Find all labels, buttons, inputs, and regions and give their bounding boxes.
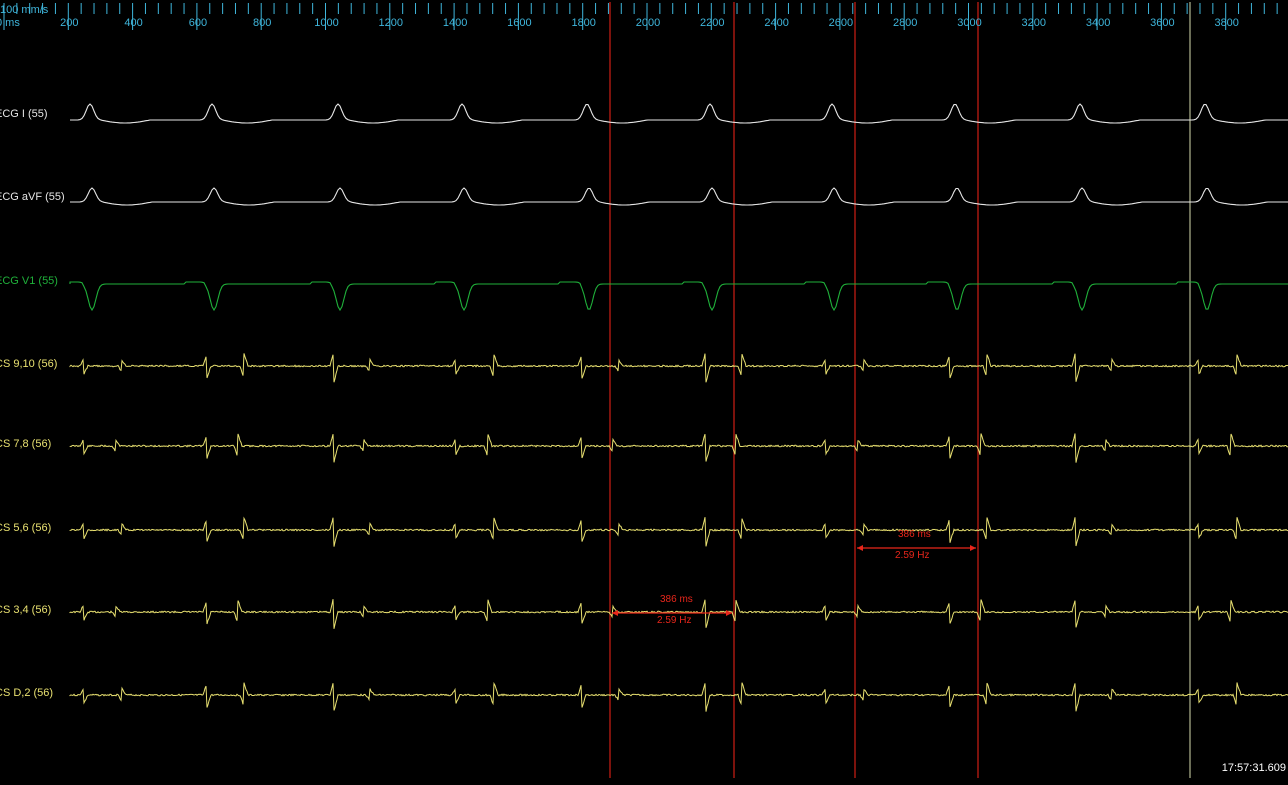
measurement-arrow-head bbox=[970, 545, 976, 551]
waveform-ecg-i bbox=[70, 103, 1288, 124]
ruler-tick-label: 1400 bbox=[442, 17, 468, 29]
ruler-tick-label: 2600 bbox=[828, 17, 854, 29]
measurement-arrow-head bbox=[857, 545, 863, 551]
ruler-tick-label: 800 bbox=[253, 17, 272, 29]
ecg-traces-canvas[interactable] bbox=[0, 0, 1288, 785]
ruler-tick-label: 3200 bbox=[1021, 17, 1047, 29]
time-ruler[interactable]: 100 mm/s 0 ms 200 400 600 800 1000 1200 1400 16… bbox=[0, 0, 1288, 34]
timestamp-readout: 17:57:31.609 bbox=[1221, 762, 1286, 774]
ruler-tick-label: 1600 bbox=[507, 17, 532, 29]
measurement-rate: 2.59 Hz bbox=[895, 550, 930, 561]
ruler-tick-label: 3000 bbox=[957, 17, 982, 29]
channel-label[interactable]: ECG V1 (55) bbox=[0, 275, 58, 287]
ruler-tick-label: 2400 bbox=[764, 17, 789, 29]
ruler-tick-label: 3400 bbox=[1085, 17, 1111, 29]
ruler-unit-label: 0 ms bbox=[0, 17, 20, 29]
measurement-rate: 2.59 Hz bbox=[657, 615, 692, 626]
ruler-tick-label: 600 bbox=[188, 17, 208, 29]
caliper-cursors[interactable] bbox=[609, 2, 1191, 778]
waveform-ecg-avf bbox=[70, 187, 1288, 206]
channel-label[interactable]: ECG I (55) bbox=[0, 108, 48, 120]
channel-label[interactable]: CS 3,4 (56) bbox=[0, 604, 51, 616]
sweep-speed-label: 100 mm/s bbox=[0, 4, 49, 16]
channel-label[interactable]: CS 5,6 (56) bbox=[0, 522, 51, 534]
ruler-tick-label: 3800 bbox=[1214, 17, 1239, 29]
ruler-tick-label: 2800 bbox=[892, 17, 918, 29]
ruler-tick-label: 2200 bbox=[700, 17, 725, 29]
channel-label[interactable]: CS D,2 (56) bbox=[0, 687, 53, 699]
waveform-cs bbox=[69, 433, 1288, 463]
waveform-cs bbox=[69, 353, 1288, 383]
ruler-tick-label: 1200 bbox=[378, 17, 404, 29]
channel-label[interactable]: CS 7,8 (56) bbox=[0, 438, 51, 450]
ruler-tick-label: 1000 bbox=[314, 17, 339, 29]
waveform-ecg-v1 bbox=[69, 281, 1288, 312]
waveform-cs bbox=[69, 681, 1288, 712]
waveform-cs bbox=[69, 516, 1288, 547]
ruler-tick-label: 400 bbox=[124, 17, 143, 29]
channel-label[interactable]: CS 9,10 (56) bbox=[0, 358, 57, 370]
measurement-interval: 386 ms bbox=[898, 529, 931, 540]
ruler-tick-label: 1800 bbox=[571, 17, 596, 29]
measurement-interval: 386 ms bbox=[660, 594, 693, 605]
ruler-tick-label: 2000 bbox=[635, 17, 661, 29]
ruler-tick-label: 200 bbox=[60, 17, 79, 29]
channel-label[interactable]: ECG aVF (55) bbox=[0, 191, 65, 203]
ruler-tick-label: 3600 bbox=[1150, 17, 1175, 29]
